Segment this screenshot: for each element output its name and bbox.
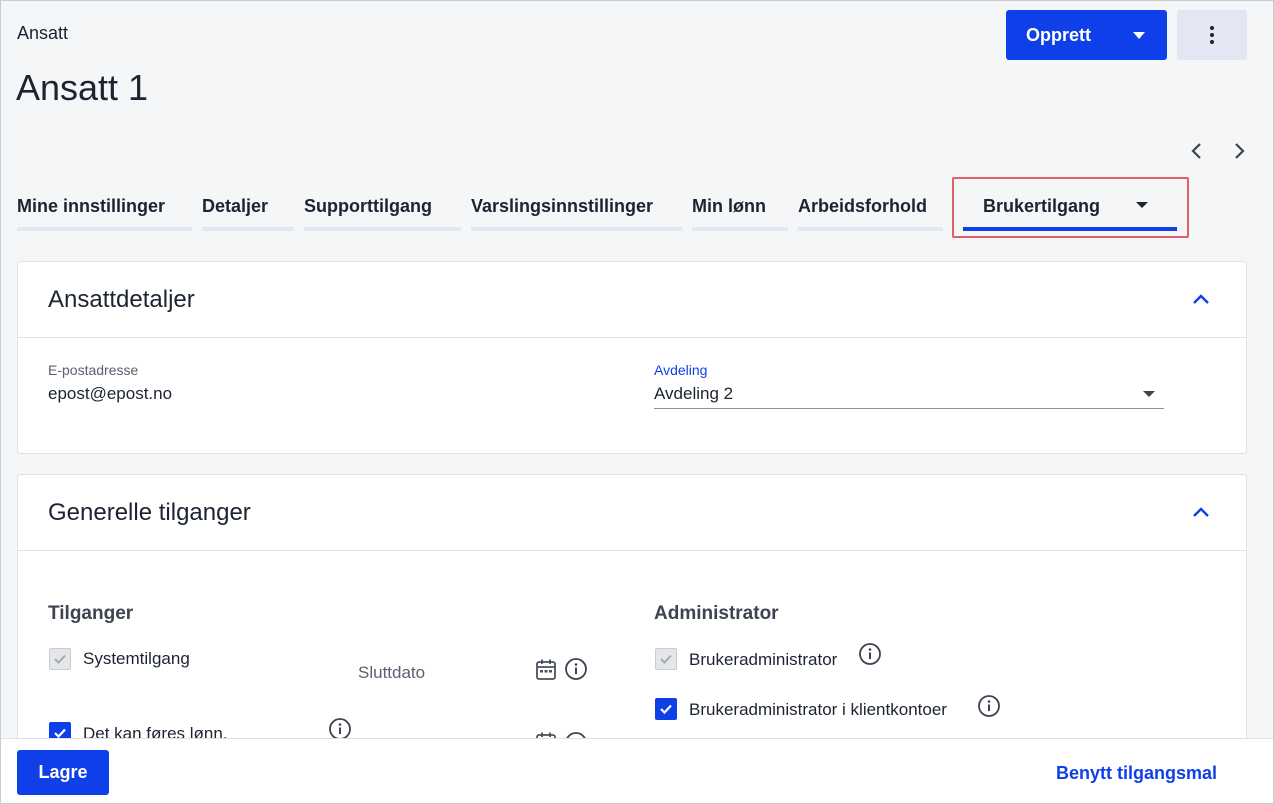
info-icon[interactable] (858, 642, 882, 666)
end-date-label: Sluttdato (358, 663, 426, 682)
general-access-title: Generelle tilganger (48, 499, 251, 526)
general-access-header[interactable]: Generelle tilganger (18, 475, 1246, 551)
department-label: Avdeling (654, 362, 708, 378)
calendar-icon[interactable] (535, 658, 557, 682)
page-title: Ansatt 1 (16, 67, 149, 108)
save-button[interactable]: Lagre (17, 750, 109, 795)
tab-varslingsinnstillinger[interactable]: Varslingsinnstillinger (471, 181, 682, 231)
employee-details-title: Ansattdetaljer (48, 286, 195, 313)
more-options-button[interactable] (1177, 10, 1247, 60)
apply-template-link[interactable]: Benytt tilgangsmal (1056, 763, 1217, 784)
check-icon (660, 704, 672, 715)
tab-detaljer[interactable]: Detaljer (202, 181, 294, 231)
client-admin-label: Brukeradministrator i klientkontoer (689, 700, 947, 719)
chevron-down-icon (1133, 32, 1145, 39)
chevron-right-icon (1235, 143, 1245, 159)
app-frame: Ansatt Ansatt 1 Opprett Mine innstilling… (0, 0, 1274, 804)
user-admin-label: Brukeradministrator (689, 650, 838, 669)
footer-bar: Lagre Benytt tilgangsmal (1, 738, 1273, 803)
general-access-card: Generelle tilganger Tilganger Administra… (17, 474, 1247, 774)
user-admin-checkbox[interactable] (655, 648, 677, 670)
info-icon[interactable] (564, 657, 588, 681)
department-select[interactable]: Avdeling 2 (654, 384, 733, 404)
scroll-tabs-right-button[interactable] (1229, 140, 1249, 162)
admin-heading: Administrator (654, 603, 779, 624)
system-access-label: Systemtilgang (83, 649, 190, 668)
access-heading: Tilganger (48, 603, 134, 624)
create-button-label: Opprett (1026, 24, 1091, 45)
chevron-up-icon[interactable] (1192, 292, 1210, 306)
create-button[interactable]: Opprett (1006, 10, 1167, 60)
tab-mine-innstillinger[interactable]: Mine innstillinger (17, 181, 192, 231)
chevron-down-icon[interactable] (1143, 391, 1155, 397)
more-vertical-icon (1210, 26, 1214, 30)
check-icon (660, 654, 672, 664)
active-tab-highlight (952, 177, 1189, 238)
email-value: epost@epost.no (48, 384, 173, 403)
scroll-tabs-left-button[interactable] (1187, 140, 1207, 162)
chevron-left-icon (1191, 143, 1201, 159)
info-icon[interactable] (977, 694, 1001, 718)
employee-details-card: Ansattdetaljer E-postadresse epost@epost… (17, 261, 1247, 454)
system-access-checkbox[interactable] (49, 648, 71, 670)
email-label: E-postadresse (48, 362, 139, 378)
employee-details-header[interactable]: Ansattdetaljer (18, 262, 1246, 338)
chevron-up-icon[interactable] (1192, 505, 1210, 519)
breadcrumb[interactable]: Ansatt (17, 23, 68, 44)
tab-arbeidsforhold[interactable]: Arbeidsforhold (798, 181, 943, 231)
tab-min-lonn[interactable]: Min lønn (692, 181, 788, 231)
tab-supporttilgang[interactable]: Supporttilgang (304, 181, 461, 231)
client-admin-checkbox[interactable] (655, 698, 677, 720)
check-icon (54, 654, 66, 664)
department-select-underline (654, 408, 1164, 409)
